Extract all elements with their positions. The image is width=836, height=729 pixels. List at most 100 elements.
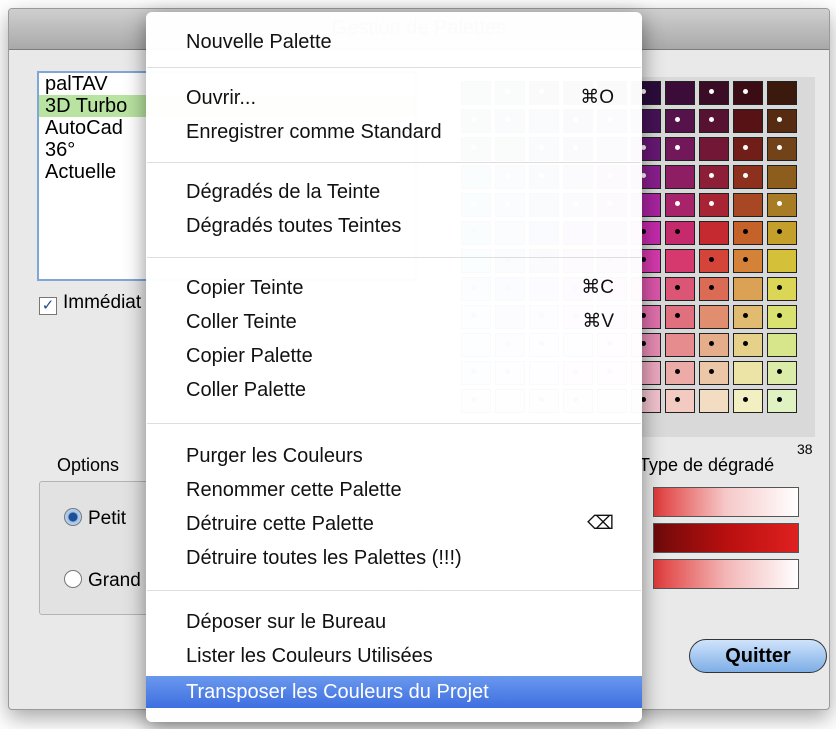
radio-icon[interactable] bbox=[64, 570, 82, 588]
radio-selected-icon[interactable] bbox=[64, 508, 82, 526]
menu-item-delete-palette[interactable]: Détruire cette Palette ⌫ bbox=[146, 508, 642, 540]
size-label-small: Petit bbox=[88, 508, 127, 529]
immediate-label: Immédiat bbox=[63, 292, 142, 313]
color-swatch[interactable] bbox=[733, 361, 763, 385]
menu-item-paste-shade[interactable]: Coller Teinte ⌘V bbox=[146, 306, 642, 338]
color-swatch[interactable] bbox=[733, 333, 763, 357]
menu-item-label: Dégradés toutes Teintes bbox=[186, 215, 402, 237]
color-swatch[interactable] bbox=[699, 193, 729, 217]
gradient-bar[interactable] bbox=[653, 487, 799, 517]
menu-separator bbox=[147, 162, 641, 163]
menu-item-open[interactable]: Ouvrir... ⌘O bbox=[146, 82, 642, 114]
size-label-large: Grand bbox=[88, 570, 141, 591]
menu-item-label: Déposer sur le Bureau bbox=[186, 611, 387, 633]
swatch-dot bbox=[709, 257, 714, 262]
swatch-dot bbox=[743, 145, 748, 150]
color-swatch[interactable] bbox=[733, 109, 763, 133]
color-swatch[interactable] bbox=[733, 249, 763, 273]
size-radio-small[interactable]: Petit bbox=[64, 508, 126, 530]
immediate-checkbox[interactable]: ✓ bbox=[39, 297, 57, 315]
gradient-type-label: Type de dégradé bbox=[639, 455, 775, 475]
menu-item-label: Copier Teinte bbox=[186, 277, 304, 299]
context-menu[interactable]: Nouvelle Palette Ouvrir... ⌘O Enregistrer… bbox=[146, 12, 642, 722]
color-swatch[interactable] bbox=[699, 109, 729, 133]
color-swatch[interactable] bbox=[767, 333, 797, 357]
color-swatch[interactable] bbox=[699, 249, 729, 273]
swatch-dot bbox=[675, 369, 680, 374]
color-swatch[interactable] bbox=[767, 221, 797, 245]
size-radio-large[interactable]: Grand bbox=[64, 570, 141, 592]
swatch-dot bbox=[743, 89, 748, 94]
menu-item-transpose-project-colors[interactable]: Transposer les Couleurs du Projet bbox=[146, 676, 642, 708]
swatch-dot bbox=[743, 313, 748, 318]
menu-item-shortcut: ⌘O bbox=[580, 87, 614, 108]
gradient-bar[interactable] bbox=[653, 523, 799, 553]
menu-item-shade-gradients[interactable]: Dégradés de la Teinte bbox=[146, 176, 642, 208]
menu-item-rename-palette[interactable]: Renommer cette Palette bbox=[146, 474, 642, 506]
color-swatch[interactable] bbox=[767, 389, 797, 413]
swatch-dot bbox=[675, 397, 680, 402]
color-swatch[interactable] bbox=[699, 305, 729, 329]
swatch-dot bbox=[777, 369, 782, 374]
color-swatch[interactable] bbox=[665, 333, 695, 357]
color-swatch[interactable] bbox=[767, 249, 797, 273]
color-swatch[interactable] bbox=[733, 137, 763, 161]
color-swatch[interactable] bbox=[665, 221, 695, 245]
color-swatch[interactable] bbox=[665, 109, 695, 133]
color-swatch[interactable] bbox=[733, 193, 763, 217]
menu-item-shortcut: ⌘C bbox=[581, 277, 614, 298]
color-swatch[interactable] bbox=[699, 165, 729, 189]
menu-item-all-shade-gradients[interactable]: Dégradés toutes Teintes bbox=[146, 210, 642, 242]
color-swatch[interactable] bbox=[767, 165, 797, 189]
menu-item-label: Nouvelle Palette bbox=[186, 31, 332, 53]
color-swatch[interactable] bbox=[733, 221, 763, 245]
color-swatch[interactable] bbox=[733, 389, 763, 413]
color-swatch[interactable] bbox=[767, 81, 797, 105]
color-swatch[interactable] bbox=[767, 277, 797, 301]
color-swatch[interactable] bbox=[767, 193, 797, 217]
color-swatch[interactable] bbox=[699, 277, 729, 301]
color-swatch[interactable] bbox=[767, 361, 797, 385]
swatch-count: 38 bbox=[797, 441, 813, 457]
color-swatch[interactable] bbox=[665, 137, 695, 161]
quit-button[interactable]: Quitter bbox=[689, 639, 827, 673]
menu-item-label: Ouvrir... bbox=[186, 87, 257, 109]
color-swatch[interactable] bbox=[699, 81, 729, 105]
color-swatch[interactable] bbox=[767, 109, 797, 133]
color-swatch[interactable] bbox=[733, 165, 763, 189]
gradient-bar[interactable] bbox=[653, 559, 799, 589]
color-swatch[interactable] bbox=[767, 305, 797, 329]
menu-item-purge-colors[interactable]: Purger les Couleurs bbox=[146, 440, 642, 472]
menu-item-list-used-colors[interactable]: Lister les Couleurs Utilisées bbox=[146, 640, 642, 672]
swatch-dot bbox=[675, 145, 680, 150]
color-swatch[interactable] bbox=[665, 193, 695, 217]
color-swatch[interactable] bbox=[699, 137, 729, 161]
immediate-checkbox-row[interactable]: ✓ Immédiat bbox=[39, 292, 141, 315]
color-swatch[interactable] bbox=[665, 389, 695, 413]
color-swatch[interactable] bbox=[699, 333, 729, 357]
color-swatch[interactable] bbox=[733, 305, 763, 329]
color-swatch[interactable] bbox=[665, 277, 695, 301]
color-swatch[interactable] bbox=[767, 137, 797, 161]
menu-item-new-palette[interactable]: Nouvelle Palette bbox=[146, 26, 642, 58]
color-swatch[interactable] bbox=[665, 249, 695, 273]
color-swatch[interactable] bbox=[665, 305, 695, 329]
menu-item-delete-all-palettes[interactable]: Détruire toutes les Palettes (!!!) bbox=[146, 542, 642, 574]
color-swatch[interactable] bbox=[699, 221, 729, 245]
color-swatch[interactable] bbox=[733, 277, 763, 301]
color-swatch[interactable] bbox=[665, 81, 695, 105]
color-swatch[interactable] bbox=[733, 81, 763, 105]
color-swatch[interactable] bbox=[665, 165, 695, 189]
menu-item-shortcut: ⌫ bbox=[587, 513, 614, 534]
color-swatch[interactable] bbox=[665, 361, 695, 385]
menu-item-copy-shade[interactable]: Copier Teinte ⌘C bbox=[146, 272, 642, 304]
menu-item-paste-palette[interactable]: Coller Palette bbox=[146, 374, 642, 406]
menu-item-drop-on-desktop[interactable]: Déposer sur le Bureau bbox=[146, 606, 642, 638]
swatch-dot bbox=[709, 369, 714, 374]
swatch-dot bbox=[709, 89, 714, 94]
menu-item-save-standard[interactable]: Enregistrer comme Standard bbox=[146, 116, 642, 148]
color-swatch[interactable] bbox=[699, 389, 729, 413]
color-swatch[interactable] bbox=[699, 361, 729, 385]
swatch-dot bbox=[709, 201, 714, 206]
menu-item-copy-palette[interactable]: Copier Palette bbox=[146, 340, 642, 372]
